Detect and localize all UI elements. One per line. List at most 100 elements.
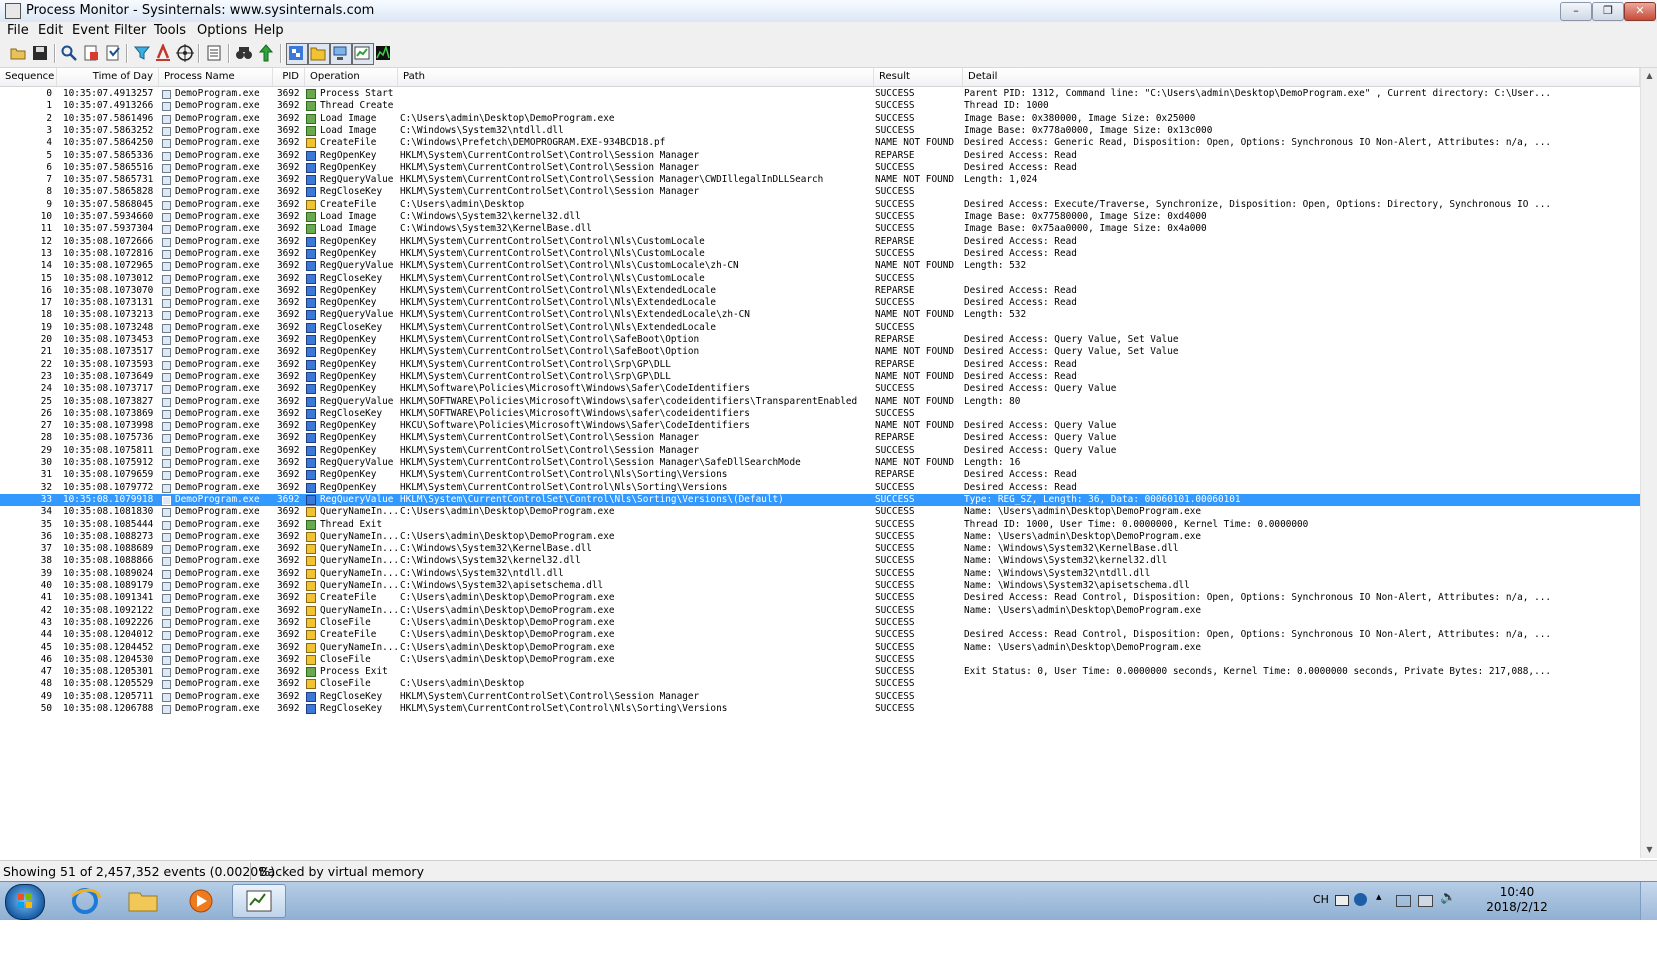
column-header-pid[interactable]: PID [273,68,305,86]
show-hidden-icons-icon[interactable]: ▴ [1376,890,1382,903]
table-row[interactable]: 24 10:35:08.1073717 DemoProgram.exe 3692 Reg… [0,383,1640,395]
column-header-detail[interactable]: Detail [963,68,1640,86]
table-row[interactable]: 1 10:35:07.4913266 DemoProgram.exe 3692 Thre… [0,100,1640,112]
table-row[interactable]: 39 10:35:08.1089024 DemoProgram.exe 3692 Que… [0,568,1640,580]
vertical-scrollbar[interactable]: ▲ ▼ [1640,68,1657,858]
column-header-time[interactable]: Time of Day [57,68,159,86]
action-center-icon[interactable] [1396,895,1411,907]
system-clock[interactable]: 10:40 2018/2/12 [1486,885,1548,915]
network-activity-icon[interactable] [330,43,352,65]
table-row[interactable]: 48 10:35:08.1205529 DemoProgram.exe 3692 Clo… [0,678,1640,690]
table-row[interactable]: 15 10:35:08.1073012 DemoProgram.exe 3692 Reg… [0,273,1640,285]
column-header-sequence[interactable]: Sequence [0,68,57,86]
menu-file[interactable]: File [7,23,29,38]
table-row[interactable]: 28 10:35:08.1075736 DemoProgram.exe 3692 Reg… [0,432,1640,444]
table-row[interactable]: 23 10:35:08.1073649 DemoProgram.exe 3692 Reg… [0,371,1640,383]
table-row[interactable]: 18 10:35:08.1073213 DemoProgram.exe 3692 Reg… [0,309,1640,321]
table-row[interactable]: 26 10:35:08.1073869 DemoProgram.exe 3692 Reg… [0,408,1640,420]
table-row[interactable]: 25 10:35:08.1073827 DemoProgram.exe 3692 Reg… [0,396,1640,408]
table-row[interactable]: 21 10:35:08.1073517 DemoProgram.exe 3692 Reg… [0,346,1640,358]
taskbar-process-monitor[interactable] [232,884,286,918]
column-header-operation[interactable]: Operation [305,68,398,86]
show-desktop-button[interactable] [1640,882,1657,920]
menu-event[interactable]: Event [72,23,109,38]
table-row[interactable]: 16 10:35:08.1073070 DemoProgram.exe 3692 Reg… [0,285,1640,297]
table-row[interactable]: 7 10:35:07.5865731 DemoProgram.exe 3692 RegQ… [0,174,1640,186]
table-row[interactable]: 35 10:35:08.1085444 DemoProgram.exe 3692 Thr… [0,519,1640,531]
table-row[interactable]: 20 10:35:08.1073453 DemoProgram.exe 3692 Reg… [0,334,1640,346]
table-row[interactable]: 42 10:35:08.1092122 DemoProgram.exe 3692 Que… [0,605,1640,617]
taskbar-internet-explorer[interactable] [58,884,112,918]
target-icon[interactable] [176,44,194,62]
table-row[interactable]: 12 10:35:08.1072666 DemoProgram.exe 3692 Reg… [0,236,1640,248]
table-row[interactable]: 34 10:35:08.1081830 DemoProgram.exe 3692 Que… [0,506,1640,518]
table-row[interactable]: 43 10:35:08.1092226 DemoProgram.exe 3692 Clo… [0,617,1640,629]
table-row[interactable]: 6 10:35:07.5865516 DemoProgram.exe 3692 RegO… [0,162,1640,174]
table-row[interactable]: 22 10:35:08.1073593 DemoProgram.exe 3692 Reg… [0,359,1640,371]
table-row[interactable]: 0 10:35:07.4913257 DemoProgram.exe 3692 Proc… [0,88,1640,100]
menu-filter[interactable]: Filter [114,23,146,38]
table-row[interactable]: 8 10:35:07.5865828 DemoProgram.exe 3692 RegC… [0,186,1640,198]
taskbar-explorer[interactable] [116,884,170,918]
process-monitor-app-icon[interactable] [5,3,21,19]
table-row[interactable]: 11 10:35:07.5937304 DemoProgram.exe 3692 Loa… [0,223,1640,235]
table-row[interactable]: 2 10:35:07.5861496 DemoProgram.exe 3692 Load… [0,113,1640,125]
help-icon[interactable] [1354,893,1367,906]
table-row[interactable]: 47 10:35:08.1205301 DemoProgram.exe 3692 Pro… [0,666,1640,678]
scroll-down-icon[interactable]: ▼ [1642,842,1657,858]
table-row[interactable]: 31 10:35:08.1079659 DemoProgram.exe 3692 Reg… [0,469,1640,481]
jump-to-icon[interactable] [257,44,275,62]
filter-icon[interactable] [133,44,151,62]
menu-options[interactable]: Options [197,23,247,38]
close-button[interactable]: ✕ [1624,2,1656,21]
table-row[interactable]: 38 10:35:08.1088866 DemoProgram.exe 3692 Que… [0,555,1640,567]
table-row[interactable]: 29 10:35:08.1075811 DemoProgram.exe 3692 Reg… [0,445,1640,457]
table-row[interactable]: 9 10:35:07.5868045 DemoProgram.exe 3692 Crea… [0,199,1640,211]
registry-activity-icon[interactable] [286,43,308,65]
scroll-up-icon[interactable]: ▲ [1642,68,1657,84]
table-row[interactable]: 27 10:35:08.1073998 DemoProgram.exe 3692 Reg… [0,420,1640,432]
process-activity-icon[interactable] [352,43,374,65]
volume-icon[interactable]: 🔈 [1440,890,1456,905]
open-icon[interactable] [9,44,27,62]
maximize-button[interactable]: ❐ [1592,2,1624,21]
menu-tools[interactable]: Tools [154,23,186,38]
table-row[interactable]: 33 10:35:08.1079918 DemoProgram.exe 3692 Reg… [0,493,1640,507]
column-header-result[interactable]: Result [874,68,963,86]
table-row[interactable]: 49 10:35:08.1205711 DemoProgram.exe 3692 Reg… [0,691,1640,703]
table-row[interactable]: 19 10:35:08.1073248 DemoProgram.exe 3692 Reg… [0,322,1640,334]
table-row[interactable]: 45 10:35:08.1204452 DemoProgram.exe 3692 Que… [0,642,1640,654]
file-activity-icon[interactable] [308,43,330,65]
table-row[interactable]: 17 10:35:08.1073131 DemoProgram.exe 3692 Reg… [0,297,1640,309]
table-row[interactable]: 13 10:35:08.1072816 DemoProgram.exe 3692 Reg… [0,248,1640,260]
network-icon[interactable] [1418,895,1433,907]
menu-help[interactable]: Help [254,23,284,38]
capture-icon[interactable] [82,44,100,62]
start-button[interactable] [5,884,45,920]
highlight-icon[interactable] [154,44,172,62]
table-row[interactable]: 37 10:35:08.1088689 DemoProgram.exe 3692 Que… [0,543,1640,555]
find-icon[interactable] [235,44,253,62]
table-row[interactable]: 50 10:35:08.1206788 DemoProgram.exe 3692 Reg… [0,703,1640,715]
menu-edit[interactable]: Edit [38,23,63,38]
table-row[interactable]: 30 10:35:08.1075912 DemoProgram.exe 3692 Reg… [0,457,1640,469]
minimize-button[interactable]: – [1560,2,1592,21]
table-row[interactable]: 14 10:35:08.1072965 DemoProgram.exe 3692 Reg… [0,260,1640,272]
column-header-process-name[interactable]: Process Name [159,68,273,86]
save-icon[interactable] [31,44,49,62]
taskbar-media-player[interactable] [174,884,228,918]
table-row[interactable]: 36 10:35:08.1088273 DemoProgram.exe 3692 Que… [0,531,1640,543]
jump-icon[interactable] [205,44,223,62]
table-row[interactable]: 44 10:35:08.1204012 DemoProgram.exe 3692 Cre… [0,629,1640,641]
table-row[interactable]: 3 10:35:07.5863252 DemoProgram.exe 3692 Load… [0,125,1640,137]
language-indicator[interactable]: CH [1313,893,1329,906]
table-row[interactable]: 32 10:35:08.1079772 DemoProgram.exe 3692 Reg… [0,482,1640,494]
table-row[interactable]: 10 10:35:07.5934660 DemoProgram.exe 3692 Loa… [0,211,1640,223]
profiling-activity-icon[interactable] [374,44,392,62]
table-row[interactable]: 5 10:35:07.5865336 DemoProgram.exe 3692 RegO… [0,150,1640,162]
magnify-icon[interactable] [60,44,78,62]
keyboard-icon[interactable] [1335,895,1349,906]
table-row[interactable]: 4 10:35:07.5864250 DemoProgram.exe 3692 Crea… [0,137,1640,149]
table-row[interactable]: 40 10:35:08.1089179 DemoProgram.exe 3692 Que… [0,580,1640,592]
table-row[interactable]: 46 10:35:08.1204530 DemoProgram.exe 3692 Clo… [0,654,1640,666]
